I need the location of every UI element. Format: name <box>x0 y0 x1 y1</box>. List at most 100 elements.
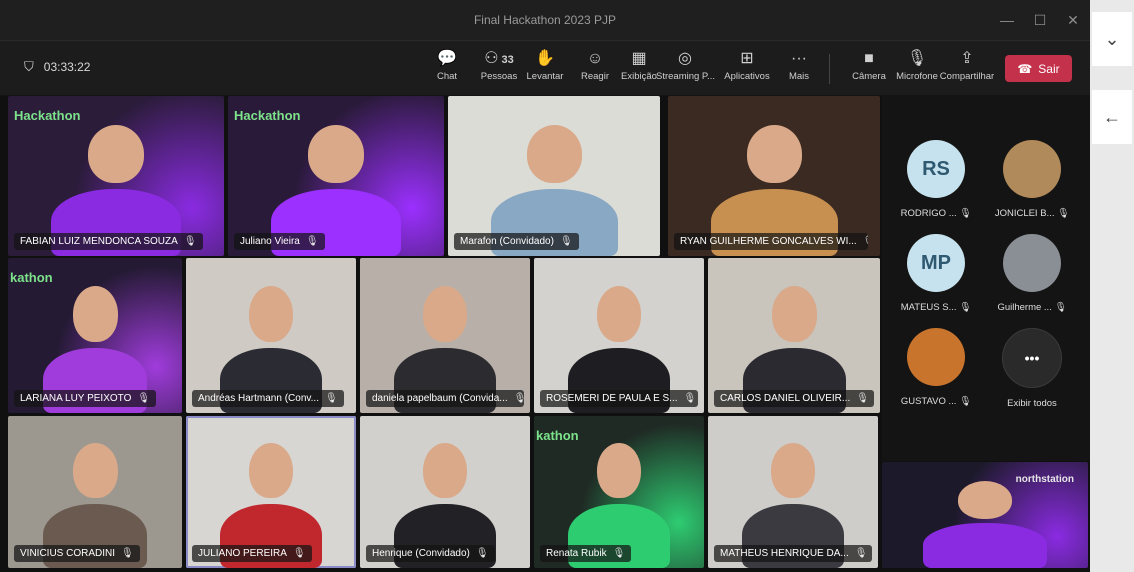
participant-name: Juliano Vieira <box>240 236 300 247</box>
participant-name: Renata Rubik <box>546 548 607 559</box>
toolbar-button-mais[interactable]: ··· Mais <box>770 47 828 93</box>
video-tile[interactable]: kathon Renata Rubik 🎙 <box>534 416 704 568</box>
apps-icon: ⊞ <box>740 50 754 67</box>
participant-name-label: MATHEUS HENRIQUE DA... 🎙 <box>714 545 873 562</box>
toolbar-button-label: Compartilhar <box>939 71 995 82</box>
toolbar-button-label: Mais <box>788 71 810 82</box>
roster-participant[interactable]: MP MATEUS S... 🎙 <box>890 234 982 313</box>
participant-name: daniela papelbaum (Convida... <box>372 393 508 404</box>
hackathon-brand: Hackathon <box>14 108 81 123</box>
chevron-down-icon[interactable]: ⌄ <box>1092 12 1132 66</box>
roster-participant[interactable]: JONICLEI B... 🎙 <box>986 140 1078 219</box>
toolbar-button-chat[interactable]: 💬 Chat <box>418 47 476 93</box>
participant-face <box>73 443 118 498</box>
participant-name-label: Andréas Hartmann (Conv... 🎙 <box>192 390 344 407</box>
hackathon-brand: northstation <box>1015 474 1074 485</box>
close-icon[interactable]: ✕ <box>1058 8 1088 32</box>
participant-name: VINICIUS CORADINI <box>20 548 116 559</box>
hackathon-brand: kathon <box>10 270 53 285</box>
participant-name-label: FABIAN LUIZ MENDONCA SOUZA 🎙 <box>14 233 203 250</box>
participant-name: CARLOS DANIEL OLIVEIR... <box>720 393 851 404</box>
mic-muted-icon: 🎙 <box>1051 302 1067 313</box>
mic-muted-icon: 🎙 <box>514 393 525 404</box>
participant-name-label: CARLOS DANIEL OLIVEIR... 🎙 <box>714 390 874 407</box>
participant-face <box>527 125 582 183</box>
video-tile[interactable]: JULIANO PEREIRA 🎙 <box>186 416 356 568</box>
participant-face <box>771 443 815 498</box>
toolbar-button-compartilhar[interactable]: ⇪ Compartilhar <box>938 47 996 93</box>
roster-name: RODRIGO ... 🎙 <box>890 208 982 219</box>
video-tile[interactable]: northstation <box>882 462 1088 568</box>
roster-name-text: JONICLEI B... <box>994 208 1055 219</box>
avatar <box>1003 234 1061 292</box>
participant-face <box>958 481 1012 519</box>
avatar: RS <box>907 140 965 198</box>
mic-muted-icon: 🎙 <box>612 548 626 559</box>
participant-name-label: LARIANA LUY PEIXOTO 🎙 <box>14 390 157 407</box>
roster-name: GUSTAVO ... 🎙 <box>890 396 982 407</box>
participant-name: JULIANO PEREIRA <box>198 548 287 559</box>
people-count: 33 <box>501 54 514 66</box>
meeting-window: Final Hackathon 2023 PJP — ☐ ✕ ⛉ 03:33:2… <box>0 0 1090 572</box>
leave-label: Sair <box>1038 61 1060 76</box>
minimize-icon[interactable]: — <box>992 8 1022 32</box>
participant-name: Marafon (Convidado) <box>460 236 554 247</box>
back-arrow-icon[interactable]: ← <box>1092 90 1132 144</box>
maximize-icon[interactable]: ☐ <box>1025 8 1055 32</box>
video-tile[interactable]: Hackathon Juliano Vieira 🎙 <box>228 96 444 256</box>
video-tile[interactable]: VINICIUS CORADINI 🎙 <box>8 416 182 568</box>
participant-name: RYAN GUILHERME GONCALVES WI... <box>680 236 857 247</box>
video-tile[interactable]: Henrique (Convidado) 🎙 <box>360 416 530 568</box>
toolbar-button-label: Streaming P... <box>656 71 715 82</box>
video-tile[interactable]: Hackathon FABIAN LUIZ MENDONCA SOUZA 🎙 <box>8 96 224 256</box>
share-icon: ⇪ <box>960 50 974 67</box>
participant-name-label: JULIANO PEREIRA 🎙 <box>192 545 312 562</box>
mic-muted-icon: 🎙 <box>324 393 338 404</box>
show-all-button[interactable]: ••• Exibir todos <box>986 328 1078 409</box>
roster-participant[interactable]: Guilherme ... 🎙 <box>986 234 1078 313</box>
phone-hangup-icon: ☎ <box>1017 61 1033 76</box>
participant-name-label: Renata Rubik 🎙 <box>540 545 632 562</box>
participant-name-label: VINICIUS CORADINI 🎙 <box>14 545 140 562</box>
avatar <box>907 328 965 386</box>
mic-muted-icon: 🎙 <box>137 393 151 404</box>
roster-name-text: RODRIGO ... <box>900 208 957 219</box>
side-panel <box>1090 0 1134 572</box>
toolbar-divider <box>829 54 830 84</box>
video-tile[interactable]: Andréas Hartmann (Conv... 🎙 <box>186 258 356 413</box>
video-tile[interactable]: kathon LARIANA LUY PEIXOTO 🎙 <box>8 258 182 413</box>
participant-face <box>747 125 802 183</box>
video-tile[interactable]: MATHEUS HENRIQUE DA... 🎙 <box>708 416 878 568</box>
streaming-icon: ◎ <box>678 50 692 67</box>
participant-name-label: Juliano Vieira 🎙 <box>234 233 325 250</box>
toolbar-button-streaming-p[interactable]: ◎ Streaming P... <box>656 47 715 93</box>
participant-face <box>597 286 641 342</box>
participant-face <box>73 286 118 342</box>
more-icon: ••• <box>1002 328 1062 388</box>
video-tile[interactable]: RYAN GUILHERME GONCALVES WI... 🎙 <box>668 96 880 256</box>
mic-muted-icon: 🎙 <box>559 236 573 247</box>
participant-face <box>308 125 364 183</box>
roster-participant[interactable]: GUSTAVO ... 🎙 <box>890 328 982 407</box>
toolbar-button-aplicativos[interactable]: ⊞ Aplicativos <box>718 47 776 93</box>
participant-name: LARIANA LUY PEIXOTO <box>20 393 132 404</box>
roster-name-text: MATEUS S... <box>900 302 957 313</box>
roster-name: Exibir todos <box>986 398 1078 409</box>
video-tile[interactable]: daniela papelbaum (Convida... 🎙 <box>360 258 530 413</box>
roster-name: MATEUS S... 🎙 <box>890 302 982 313</box>
participant-name-label: daniela papelbaum (Convida... 🎙 <box>366 390 525 407</box>
roster-participant[interactable]: RS RODRIGO ... 🎙 <box>890 140 982 219</box>
participant-roster: RS RODRIGO ... 🎙 JONICLEI B... 🎙 MP MATEUS S… <box>882 96 1090 461</box>
toolbar-button-label: Aplicativos <box>724 71 770 82</box>
video-tile[interactable]: CARLOS DANIEL OLIVEIR... 🎙 <box>708 258 880 413</box>
timer-text: 03:33:22 <box>43 60 91 74</box>
hackathon-brand: kathon <box>536 428 579 443</box>
participant-name: Andréas Hartmann (Conv... <box>198 393 319 404</box>
video-tile[interactable]: ROSEMERI DE PAULA E S... 🎙 <box>534 258 704 413</box>
title-bar: Final Hackathon 2023 PJP — ☐ ✕ <box>0 0 1090 41</box>
participant-name-label: ROSEMERI DE PAULA E S... 🎙 <box>540 390 699 407</box>
video-tile[interactable]: Marafon (Convidado) 🎙 <box>448 96 660 256</box>
leave-button[interactable]: ☎ Sair <box>1005 55 1072 82</box>
mic-muted-icon: 🎙 <box>863 236 869 247</box>
participant-face <box>88 125 144 183</box>
